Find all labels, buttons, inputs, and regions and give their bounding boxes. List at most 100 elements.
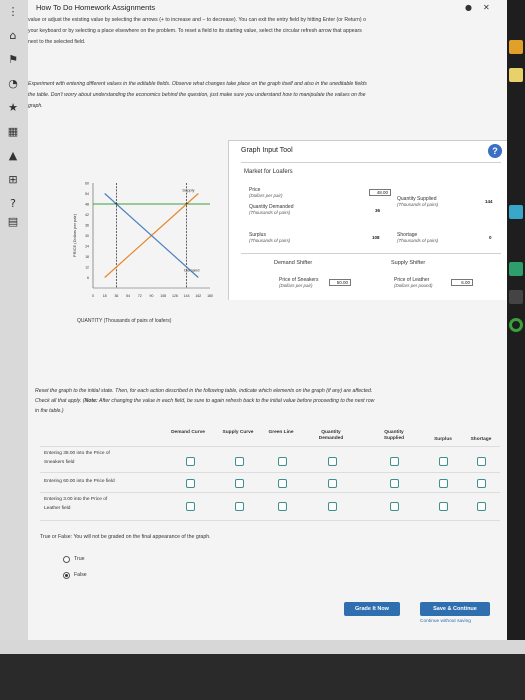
checkbox-row1-col7[interactable] [477, 457, 486, 466]
app-icon-3[interactable] [509, 205, 523, 219]
page-title: How To Do Homework Assignments [36, 3, 156, 12]
clock-icon[interactable]: ◔ [5, 76, 21, 92]
info-icon[interactable]: ● [465, 3, 472, 12]
y-tick-label: 54 [85, 192, 89, 196]
checkbox-row2-col5[interactable] [390, 479, 399, 488]
x-tick-label: 54 [126, 294, 130, 298]
price-field: Price (Dollars per pair) [249, 187, 283, 199]
checkbox-row1-col6[interactable] [439, 457, 448, 466]
checkbox-row2-col1[interactable] [186, 479, 195, 488]
qd-field: Quantity Demanded (Thousands of pairs) [249, 204, 293, 216]
leather-field: Price of Leather (Dollars per pound) [394, 277, 433, 289]
col-supply-curve: Supply Curve [222, 430, 254, 435]
checkbox-row3-col3[interactable] [278, 502, 287, 511]
graph-input-tool: Graph Input Tool ? Market for Loafers Pr… [228, 140, 507, 300]
leather-input[interactable]: 6.00 [451, 279, 473, 286]
row-1-label-a: Entering 38.00 into the Price of [44, 451, 110, 456]
app-icon[interactable] [509, 40, 523, 54]
continue-without-saving-link[interactable]: Continue without saving [420, 617, 471, 626]
tf-question: True or False: You will not be graded on… [40, 534, 211, 540]
experiment-line-1: Experiment with entering different value… [28, 81, 367, 87]
x-tick-label: 72 [138, 294, 142, 298]
y-tick-label: 6 [87, 276, 89, 280]
col-quantity-supplied: Quantity Supplied [383, 430, 405, 441]
y-tick-label: 24 [85, 245, 89, 249]
row-divider [40, 472, 500, 473]
y-tick-label: 36 [85, 224, 89, 228]
supply-label: Supply [182, 188, 194, 193]
book-icon[interactable]: ▦ [5, 124, 21, 140]
qd-unit: (Thousands of pairs) [249, 210, 291, 215]
demand-label: Demand [184, 268, 199, 273]
surplus-unit: (Thousands of pairs) [249, 238, 291, 243]
checkbox-row1-col1[interactable] [186, 457, 195, 466]
checkbox-row1-col2[interactable] [235, 457, 244, 466]
checkbox-row1-col5[interactable] [390, 457, 399, 466]
experiment-line-2: the table. Don't worry about understandi… [28, 92, 366, 98]
radio-true-label: True [74, 556, 85, 562]
app-icon-5[interactable] [509, 290, 523, 304]
checkbox-row3-col6[interactable] [439, 502, 448, 511]
radio-true[interactable] [63, 556, 70, 563]
checkbox-row3-col4[interactable] [328, 502, 337, 511]
star-icon[interactable]: ★ [5, 100, 21, 116]
qs-unit: (Thousands of pairs) [397, 202, 439, 207]
save-continue-button[interactable]: Save & Continue [420, 602, 490, 616]
sneakers-unit: (Dollars per pair) [279, 283, 313, 288]
checkbox-row1-col4[interactable] [328, 457, 337, 466]
x-tick-label: 180 [207, 294, 213, 298]
x-tick-label: 0 [92, 294, 94, 298]
col-surplus: Surplus [434, 437, 452, 442]
row-2-label-a: Entering 60.00 into the Price field [44, 479, 115, 484]
row-divider [40, 446, 500, 447]
checkbox-row2-col3[interactable] [278, 479, 287, 488]
price-unit: (Dollars per pair) [249, 193, 283, 198]
flag-icon[interactable]: ⚑ [5, 52, 21, 68]
bottom-strip [0, 640, 525, 654]
checkbox-row3-col7[interactable] [477, 502, 486, 511]
grid-icon[interactable]: ▤ [5, 214, 21, 230]
checkbox-row3-col2[interactable] [235, 502, 244, 511]
grade-it-now-button[interactable]: Grade It Now [344, 602, 400, 616]
column-icon[interactable]: ⊞ [5, 172, 21, 188]
shortage-value: 0 [489, 235, 492, 240]
row-1-label-b: Sneakers field [44, 460, 75, 465]
x-tick-label: 162 [195, 294, 201, 298]
y-tick-label: 12 [85, 266, 89, 270]
shortage-unit: (Thousands of pairs) [397, 238, 439, 243]
checkbox-row2-col4[interactable] [328, 479, 337, 488]
dots-icon[interactable]: ⋮ [5, 4, 21, 20]
x-tick-label: 108 [160, 294, 166, 298]
grad-icon[interactable]: ▲ [5, 148, 21, 164]
instr-b: After changing the value in each field, … [97, 398, 375, 404]
app-icon-4[interactable] [509, 262, 523, 276]
demand-shifter-title: Demand Shifter [274, 260, 313, 266]
home-icon[interactable]: ⌂ [5, 28, 21, 44]
checkbox-row2-col2[interactable] [235, 479, 244, 488]
x-tick-label: 36 [114, 294, 118, 298]
col-quantity-demanded: Quantity Demanded [318, 430, 344, 441]
close-icon[interactable]: ✕ [483, 3, 490, 12]
x-tick-label: 144 [184, 294, 190, 298]
app-icon-2[interactable] [509, 68, 523, 82]
checkbox-row2-col7[interactable] [477, 479, 486, 488]
row-divider [40, 520, 500, 521]
help-icon[interactable]: ? [5, 196, 21, 212]
y-tick-label: 42 [85, 213, 89, 217]
y-tick-label: 48 [85, 203, 89, 207]
checkbox-row3-col5[interactable] [390, 502, 399, 511]
intro-line-3: next to the selected field. [28, 39, 86, 45]
checkbox-row3-col1[interactable] [186, 502, 195, 511]
radio-false[interactable] [63, 572, 70, 579]
checkbox-row1-col3[interactable] [278, 457, 287, 466]
intersection-marker: + [114, 202, 118, 208]
shortage-field: Shortage (Thousands of pairs) [397, 232, 438, 244]
circle-icon[interactable] [509, 318, 523, 332]
sneakers-input[interactable]: 50.00 [329, 279, 351, 286]
row-3-label-b: Leather field [44, 506, 71, 511]
divider-2 [241, 253, 501, 254]
radio-false-label: False [74, 572, 87, 578]
price-input[interactable]: 48.00 [369, 189, 391, 196]
help-icon[interactable]: ? [488, 144, 502, 158]
checkbox-row2-col6[interactable] [439, 479, 448, 488]
